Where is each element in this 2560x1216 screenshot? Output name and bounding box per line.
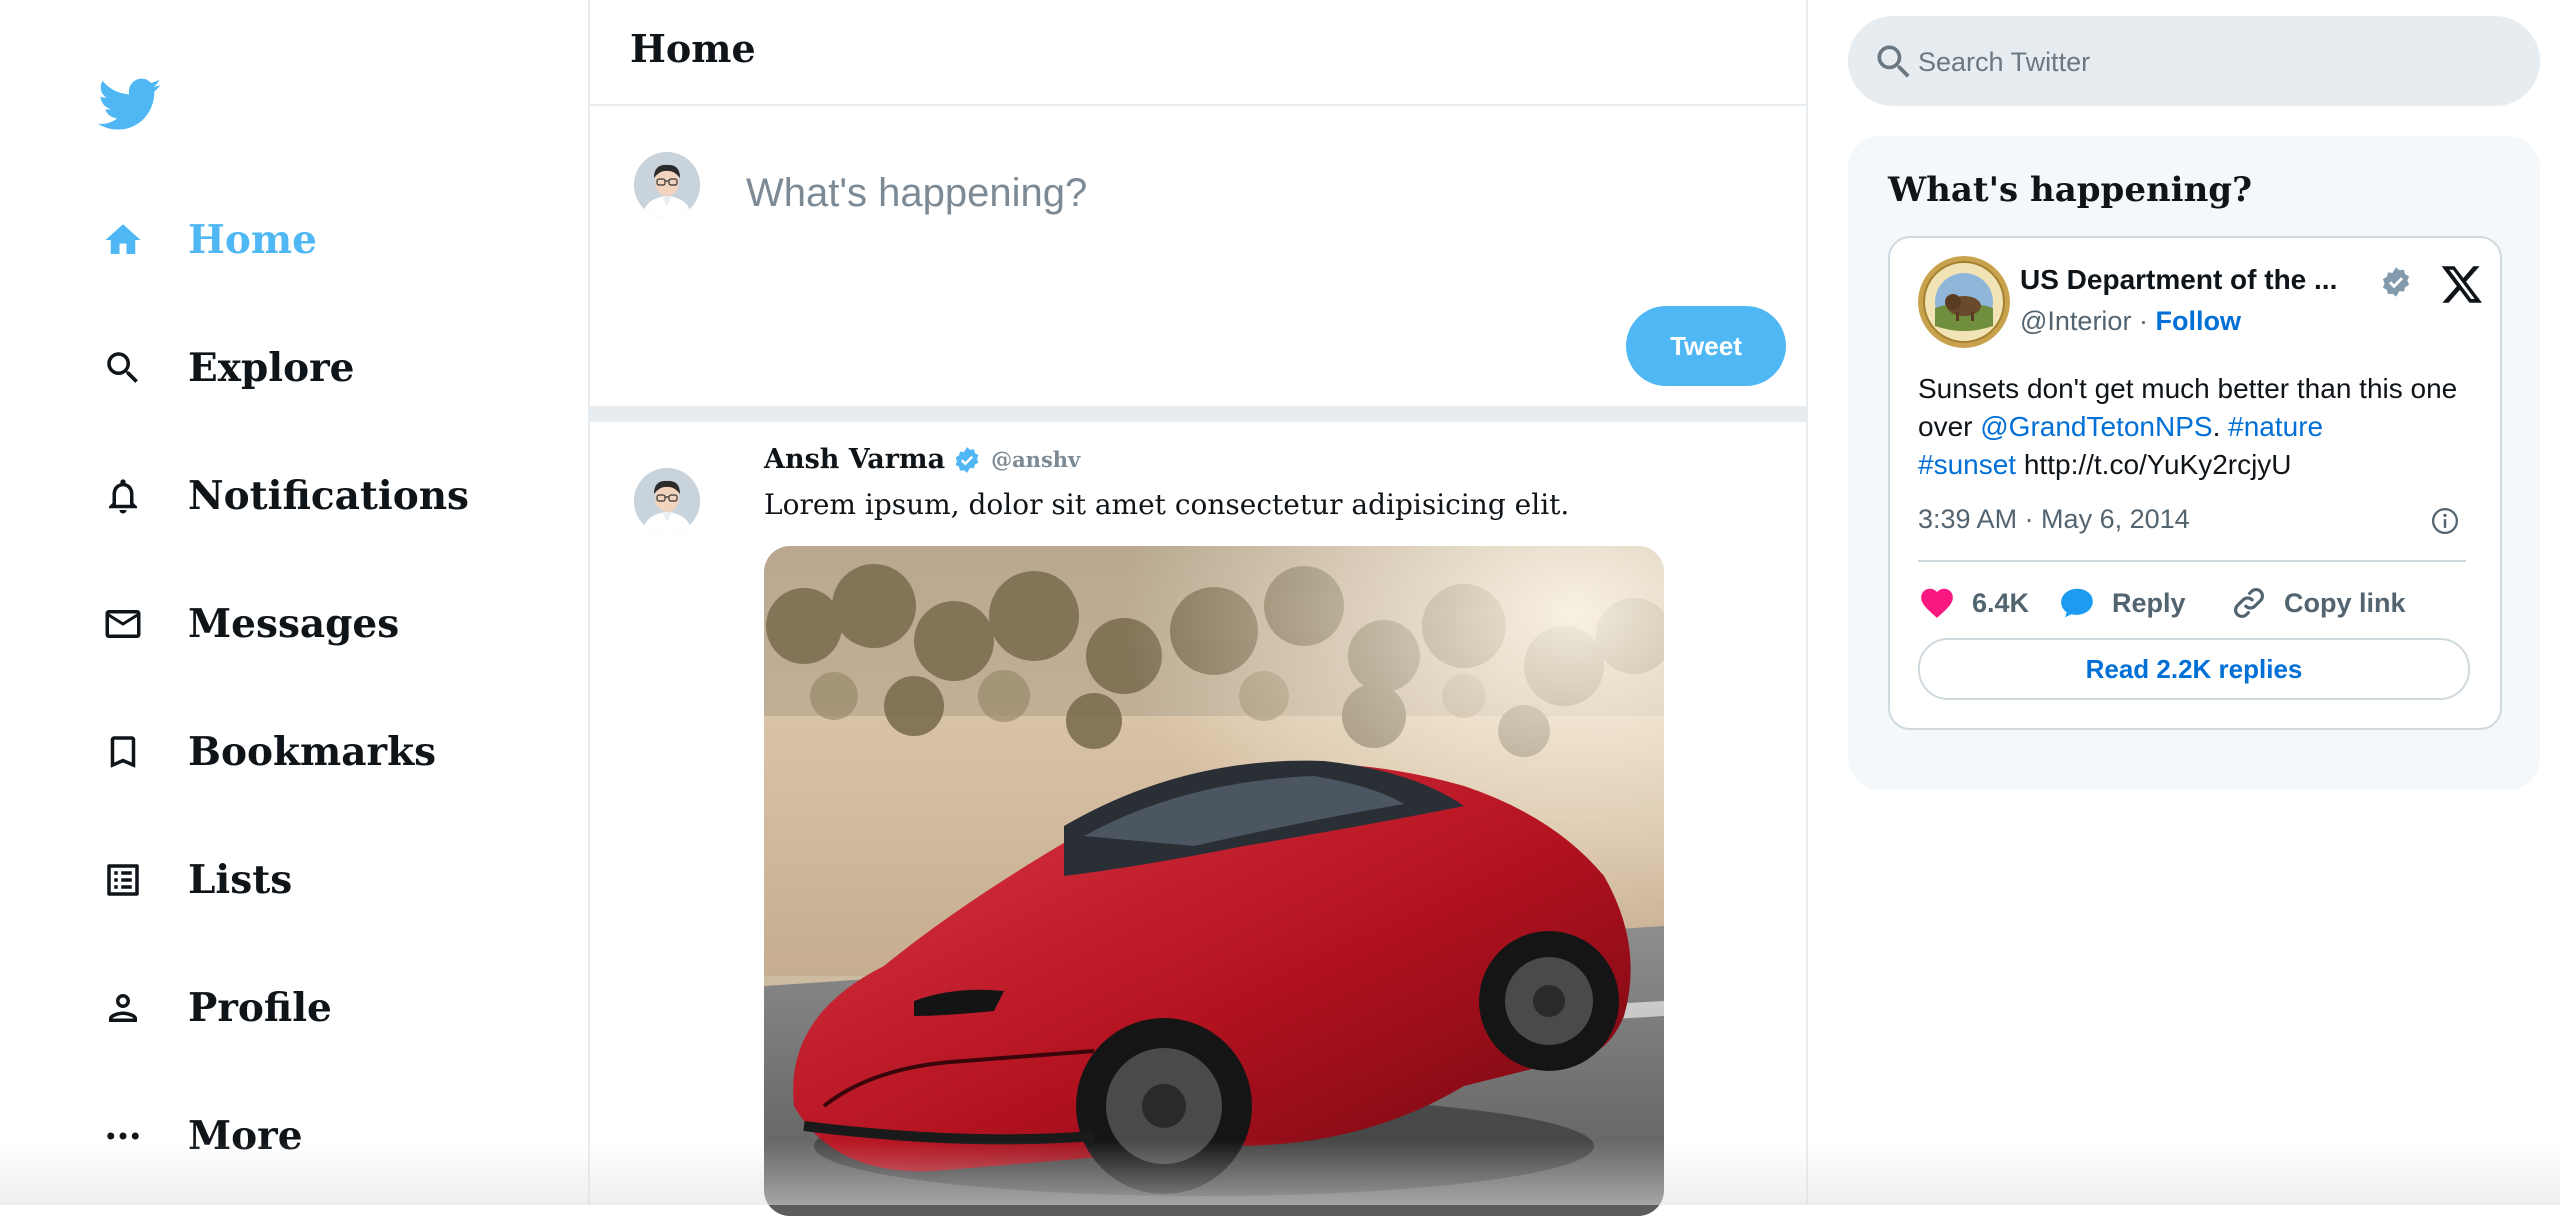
meta-separator: ·	[2138, 306, 2148, 336]
list-icon	[100, 857, 146, 903]
copy-link-button[interactable]: Copy link	[2230, 584, 2406, 622]
hashtag-link[interactable]: #nature	[2228, 411, 2323, 442]
reply-bubble-icon	[2061, 588, 2093, 618]
whats-happening-widget: What's happening? US Department of the .…	[1848, 136, 2540, 790]
embed-text-part: .	[2212, 411, 2229, 442]
sidebar-item-label: More	[188, 1113, 303, 1159]
follow-button[interactable]: Follow	[2155, 306, 2240, 336]
x-logo-icon[interactable]	[2440, 262, 2484, 306]
more-icon	[100, 1113, 146, 1159]
tweet-post[interactable]: Ansh Varma @anshv Lorem ipsum, dolor sit…	[588, 422, 1806, 1216]
post-author-name[interactable]: Ansh Varma	[764, 444, 945, 475]
person-icon	[100, 985, 146, 1031]
like-count: 6.4K	[1972, 587, 2030, 618]
sidebar-item-label: Bookmarks	[188, 729, 437, 775]
embedded-tweet[interactable]: US Department of the ... @Interior · Fol…	[1888, 236, 2502, 730]
sidebar-item-label: Messages	[188, 601, 400, 647]
sidebar-item-profile[interactable]: Profile	[100, 968, 332, 1048]
post-image[interactable]	[764, 546, 1664, 1216]
post-header: Ansh Varma @anshv	[764, 444, 1080, 475]
sidebar-item-label: Explore	[188, 345, 355, 391]
verified-badge-icon	[953, 446, 981, 474]
sidebar-item-label: Notifications	[188, 473, 470, 519]
twitter-bird-icon[interactable]	[98, 78, 162, 132]
mention-link[interactable]: @GrandTetonNPS	[1980, 411, 2212, 442]
sidebar-item-more[interactable]: More	[100, 1096, 303, 1176]
bell-icon	[100, 473, 146, 519]
post-author-handle[interactable]: @anshv	[991, 447, 1080, 472]
post-text: Lorem ipsum, dolor sit amet consectetur …	[764, 488, 1570, 521]
heart-icon	[1921, 588, 1953, 618]
home-icon	[100, 217, 146, 263]
read-replies-button[interactable]: Read 2.2K replies	[1918, 638, 2470, 700]
reply-button[interactable]: Reply	[2058, 584, 2186, 622]
search-icon	[1872, 40, 1916, 84]
sidebar-item-lists[interactable]: Lists	[100, 840, 292, 920]
reply-label: Reply	[2112, 587, 2186, 618]
tweet-button[interactable]: Tweet	[1626, 306, 1786, 386]
feed-header: Home	[588, 0, 1806, 106]
avatar[interactable]	[634, 468, 700, 534]
bookmark-icon	[100, 729, 146, 775]
sidebar-item-messages[interactable]: Messages	[100, 584, 399, 664]
hashtag-link[interactable]: #sunset	[1918, 449, 2016, 480]
mail-icon	[100, 601, 146, 647]
page-title: Home	[630, 26, 756, 71]
search-input[interactable]	[1916, 34, 2520, 90]
embed-url[interactable]: http://t.co/YuKy2rcjyU	[2024, 449, 2292, 480]
sidebar-item-home[interactable]: Home	[100, 200, 317, 280]
sidebar-item-label: Home	[188, 217, 317, 263]
widget-title: What's happening?	[1888, 170, 2253, 210]
sidebar-item-label: Lists	[188, 857, 293, 903]
sidebar-item-label: Profile	[188, 985, 332, 1031]
info-icon[interactable]	[2430, 506, 2460, 536]
tweet-composer: Tweet	[588, 106, 1806, 406]
embed-account-name[interactable]: US Department of the ...	[2020, 264, 2337, 296]
sidebar-item-notifications[interactable]: Notifications	[100, 456, 469, 536]
verified-badge-icon	[2380, 266, 2412, 298]
sidebar-item-explore[interactable]: Explore	[100, 328, 354, 408]
sidebar-item-bookmarks[interactable]: Bookmarks	[100, 712, 436, 792]
main-feed: Home Tweet	[588, 0, 1808, 1216]
feed-divider	[588, 406, 1806, 422]
search-bar[interactable]	[1848, 16, 2540, 106]
search-icon	[100, 345, 146, 391]
compose-input[interactable]	[744, 162, 1748, 224]
interior-seal-icon[interactable]	[1918, 256, 2010, 348]
like-button[interactable]: 6.4K	[1918, 584, 2029, 622]
copy-link-label: Copy link	[2284, 587, 2406, 618]
embed-account-handle[interactable]: @Interior	[2020, 306, 2131, 336]
embed-tweet-text: Sunsets don't get much better than this …	[1918, 370, 2478, 484]
embed-account-meta: @Interior · Follow	[2020, 306, 2241, 337]
embed-divider	[1918, 560, 2466, 562]
left-sidebar: Home Explore Notifications Messages Book…	[0, 0, 590, 1205]
link-icon	[2234, 588, 2264, 618]
embed-timestamp[interactable]: 3:39 AM · May 6, 2014	[1918, 504, 2190, 535]
avatar[interactable]	[634, 152, 700, 218]
